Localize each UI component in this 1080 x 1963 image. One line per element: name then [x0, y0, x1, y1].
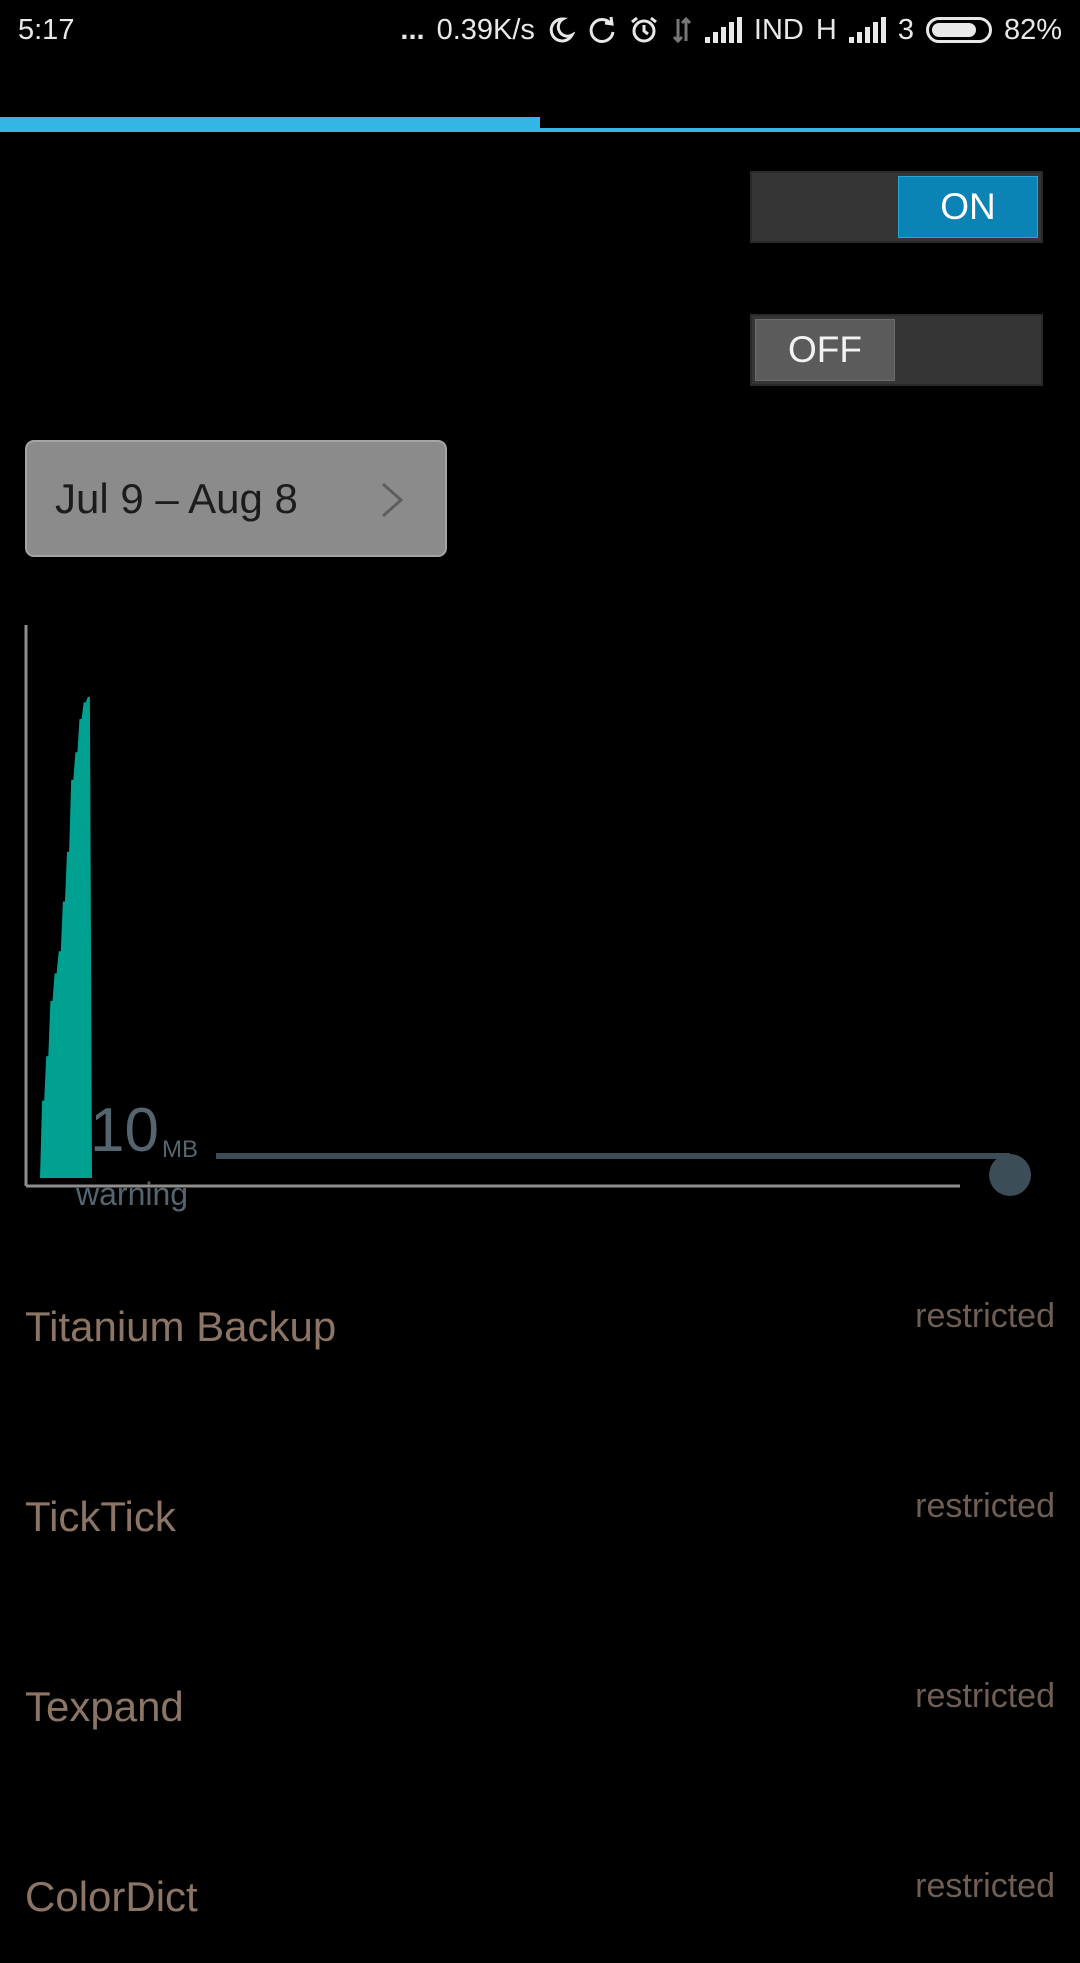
status-time: 5:17: [18, 13, 75, 46]
mobile-data-toggle[interactable]: ON: [750, 171, 1043, 243]
date-range-label: Jul 9 – Aug 8: [55, 474, 298, 522]
app-status: restricted: [915, 1867, 1055, 1905]
app-name: Texpand: [25, 1683, 184, 1730]
data-usage-chart: [24, 625, 1031, 1196]
battery-percent: 82%: [1003, 13, 1062, 46]
list-item[interactable]: Texpand restricted: [0, 1677, 1080, 1773]
status-bar: 5:17 ... 0.39K/s IND H 3 82%: [0, 0, 1080, 60]
battery-icon: [925, 17, 992, 43]
list-item[interactable]: Titanium Backup restricted: [0, 1297, 1080, 1393]
carrier-label: IND: [753, 13, 804, 46]
chevron-right-icon: [382, 482, 404, 518]
signal-icon-2: [848, 17, 886, 43]
app-status: restricted: [915, 1297, 1055, 1335]
app-name: Titanium Backup: [25, 1303, 337, 1350]
warning-unit: MB: [162, 1136, 198, 1163]
limit-data-toggle[interactable]: OFF: [750, 314, 1043, 386]
app-name: TickTick: [25, 1493, 176, 1540]
status-icons: ... 0.39K/s IND H 3 82%: [400, 14, 1062, 47]
moon-icon: [547, 16, 575, 44]
warning-value: 10: [90, 1096, 159, 1165]
tab-indicator[interactable]: [0, 117, 540, 132]
toggle-on-knob: ON: [898, 176, 1038, 238]
warning-label: warning: [76, 1176, 189, 1212]
date-range-button[interactable]: Jul 9 – Aug 8: [25, 440, 447, 557]
data-arrows-icon: [671, 15, 693, 45]
warning-handle[interactable]: [989, 1154, 1031, 1196]
signal-icon: [704, 17, 742, 43]
app-status: restricted: [915, 1677, 1055, 1715]
sim2-label: 3: [897, 13, 914, 46]
toggle-off-knob: OFF: [755, 319, 895, 381]
alarm-icon: [629, 15, 659, 45]
app-status: restricted: [915, 1487, 1055, 1525]
list-item[interactable]: ColorDict restricted: [0, 1867, 1080, 1963]
sync-icon: [587, 15, 617, 45]
network-speed: 0.39K/s: [436, 13, 535, 46]
status-dots: ...: [400, 13, 425, 46]
network-type: H: [815, 13, 837, 46]
app-name: ColorDict: [25, 1873, 198, 1920]
battery-fill: [931, 23, 977, 37]
usage-area: [40, 696, 92, 1178]
list-item[interactable]: TickTick restricted: [0, 1487, 1080, 1583]
